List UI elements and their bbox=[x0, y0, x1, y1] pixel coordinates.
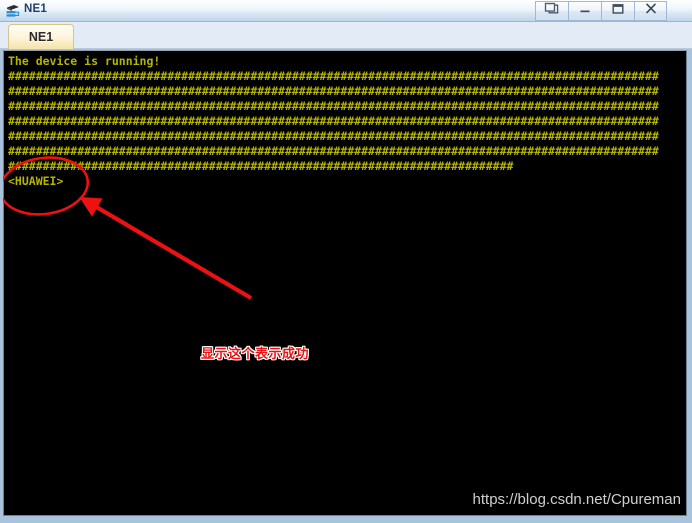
tab-ne1-label: NE1 bbox=[28, 30, 54, 44]
close-icon bbox=[644, 2, 658, 20]
maximize-icon bbox=[611, 2, 625, 20]
tab-ne1[interactable]: NE1 bbox=[8, 24, 74, 49]
close-button[interactable] bbox=[634, 1, 667, 21]
terminal-output: The device is running! #################… bbox=[8, 54, 659, 188]
device-icon bbox=[5, 3, 21, 19]
title-bar: NE1 bbox=[0, 0, 692, 22]
restore-down-button[interactable] bbox=[535, 1, 568, 21]
terminal-console[interactable]: The device is running! #################… bbox=[3, 50, 687, 516]
application-window: NE1 NE1 The device is running! #########… bbox=[0, 0, 692, 523]
tab-strip: NE1 bbox=[0, 22, 692, 49]
cascade-windows-icon bbox=[544, 2, 560, 20]
minimize-button[interactable] bbox=[568, 1, 601, 21]
window-title: NE1 bbox=[24, 3, 47, 15]
minimize-icon bbox=[578, 2, 592, 20]
maximize-button[interactable] bbox=[601, 1, 634, 21]
